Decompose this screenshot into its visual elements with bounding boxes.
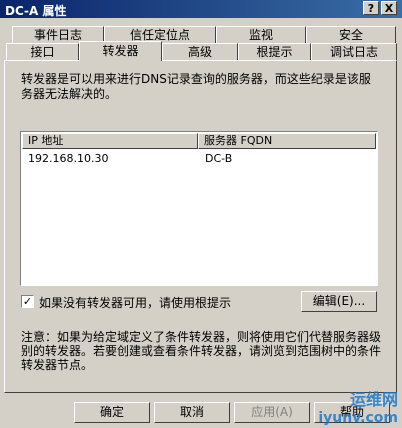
title-bar: DC-A 属性 ? X [0, 0, 402, 18]
tab-advanced[interactable]: 高级 [162, 43, 238, 60]
tab-interfaces[interactable]: 接口 [6, 43, 79, 60]
watermark-line1: 运维网 [349, 390, 398, 409]
list-header: IP 地址 服务器 FQDN [22, 133, 376, 149]
use-root-hints-label[interactable]: 如果没有转发器可用，请使用根提示 [39, 294, 231, 311]
apply-button[interactable]: 应用(A) [234, 402, 310, 423]
window-title: DC-A 属性 [5, 4, 67, 18]
close-button[interactable]: X [381, 1, 397, 15]
tab-debug-logging[interactable]: 调试日志 [311, 43, 397, 60]
use-root-hints-checkbox[interactable]: ✓ [21, 295, 34, 308]
ok-button[interactable]: 确定 [74, 402, 150, 423]
watermark-line2: iyunv.com [318, 410, 398, 426]
forwarders-description: 转发器是可以用来进行DNS记录查询的服务器，而这些纪录是该服务器无法解决的。 [21, 72, 371, 101]
list-item-ip: 192.168.10.30 [28, 152, 109, 165]
column-ip-address[interactable]: IP 地址 [22, 133, 198, 149]
edit-button[interactable]: 编辑(E)... [301, 291, 377, 312]
tab-security[interactable]: 安全 [306, 26, 396, 43]
forwarders-list[interactable]: IP 地址 服务器 FQDN 192.168.10.30 DC-B [20, 131, 378, 286]
conditional-forwarders-note: 注意：如果为给定域定义了条件转发器，则将使用它们代替服务器级别的转发器。若要创建… [21, 330, 382, 372]
list-item-fqdn: DC-B [205, 152, 233, 165]
list-item[interactable]: 192.168.10.30 DC-B [22, 151, 376, 167]
tab-forwarders[interactable]: 转发器 [79, 41, 162, 61]
watermark: 运维网 iyunv.com [318, 386, 398, 426]
cancel-button[interactable]: 取消 [154, 402, 230, 423]
tab-root-hints[interactable]: 根提示 [238, 43, 311, 60]
column-server-fqdn[interactable]: 服务器 FQDN [198, 133, 376, 149]
help-title-button[interactable]: ? [363, 1, 379, 15]
tab-monitoring[interactable]: 监视 [216, 26, 306, 43]
